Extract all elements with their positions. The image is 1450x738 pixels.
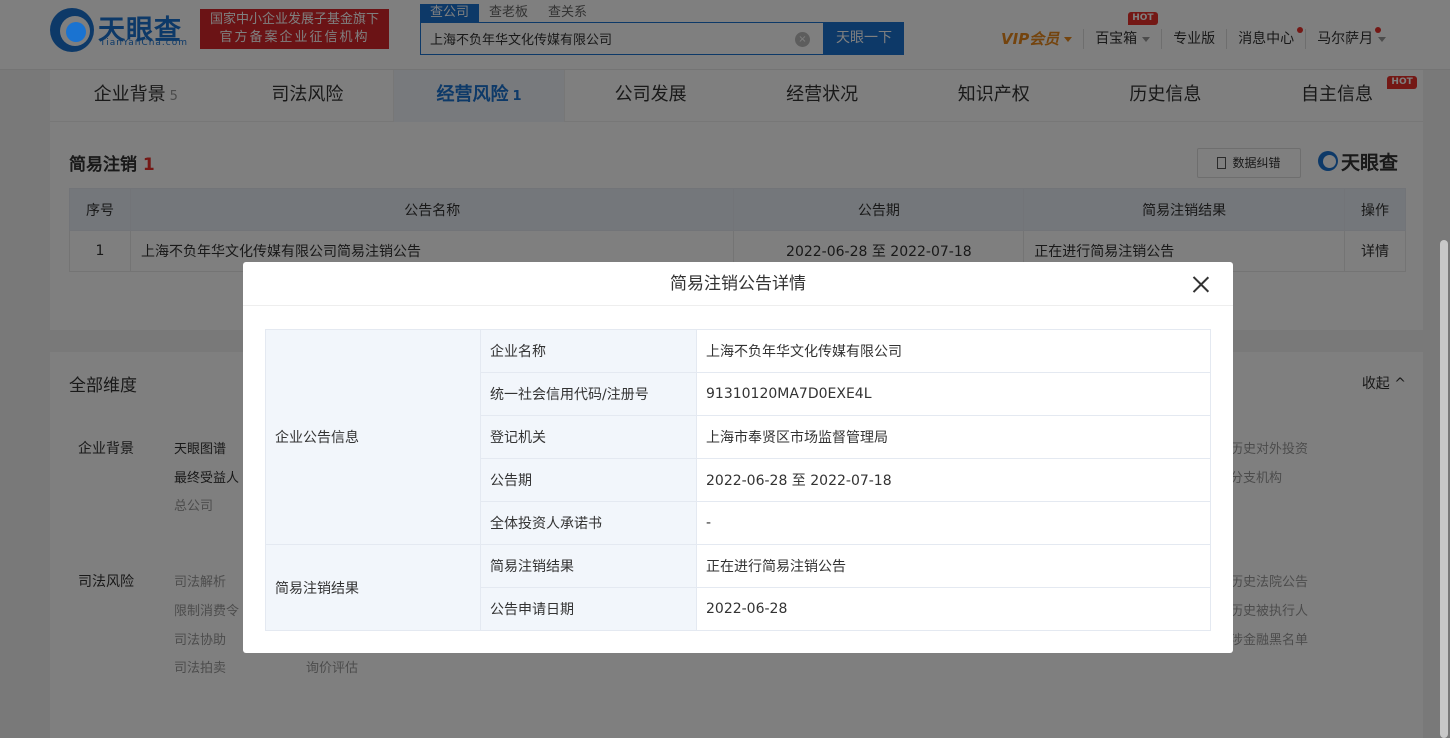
field-value: 上海市奉贤区市场监督管理局 (696, 415, 1211, 459)
field-value: - (696, 501, 1211, 545)
field-label: 简易注销结果 (480, 544, 697, 588)
field-label: 企业名称 (480, 329, 697, 373)
modal-header: 简易注销公告详情 (243, 262, 1233, 306)
cancellation-detail-modal: 简易注销公告详情 企业公告信息 企业名称 上海不负年华文化传媒有限公司 统一社会… (243, 262, 1233, 653)
detail-table: 企业公告信息 企业名称 上海不负年华文化传媒有限公司 统一社会信用代码/注册号 … (265, 329, 1211, 631)
page-scrollbar[interactable] (1440, 240, 1448, 738)
table-row: 企业公告信息 企业名称 上海不负年华文化传媒有限公司 (265, 329, 1211, 545)
modal-title: 简易注销公告详情 (670, 274, 806, 294)
field-value: 正在进行简易注销公告 (696, 544, 1211, 588)
field-value: 2022-06-28 (696, 587, 1211, 631)
field-label: 全体投资人承诺书 (480, 501, 697, 545)
field-label: 登记机关 (480, 415, 697, 459)
field-label: 公告期 (480, 458, 697, 502)
field-label: 公告申请日期 (480, 587, 697, 631)
group-label: 企业公告信息 (265, 329, 481, 545)
field-label: 统一社会信用代码/注册号 (480, 372, 697, 416)
field-value: 上海不负年华文化传媒有限公司 (696, 329, 1211, 373)
field-value: 2022-06-28 至 2022-07-18 (696, 458, 1211, 502)
table-row: 简易注销结果 简易注销结果 正在进行简易注销公告 (265, 544, 1211, 631)
group-label: 简易注销结果 (265, 544, 481, 631)
field-value: 91310120MA7D0EXE4L (696, 372, 1211, 416)
close-icon[interactable] (1192, 275, 1210, 293)
